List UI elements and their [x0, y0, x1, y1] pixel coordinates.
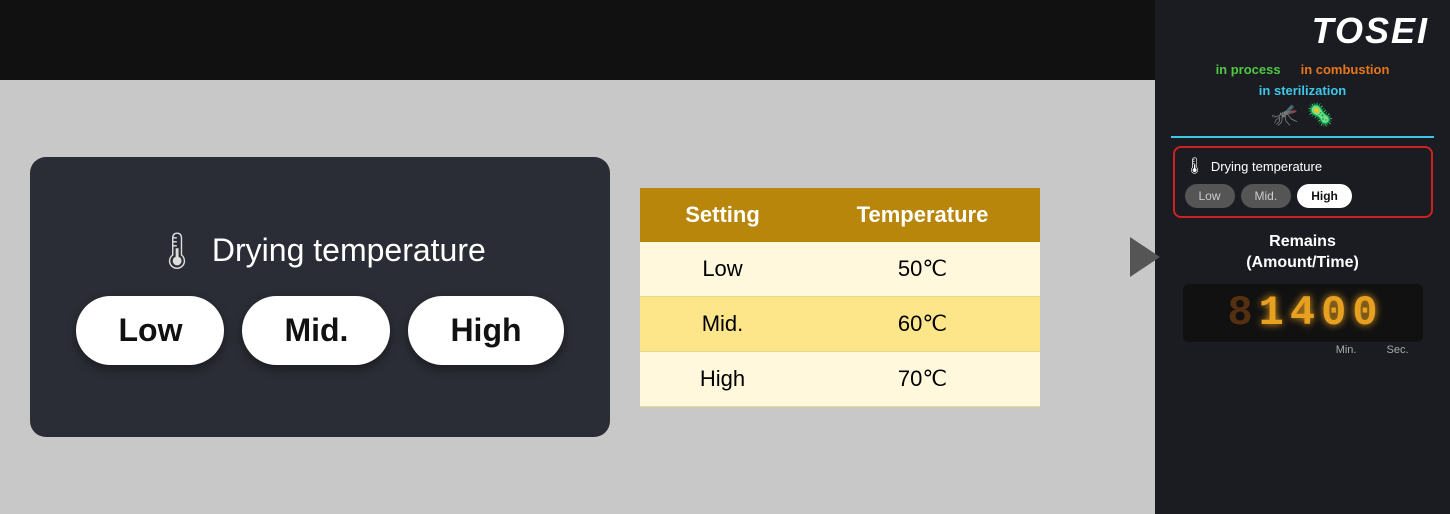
- arrow-indicator: [1130, 237, 1160, 277]
- mini-panel-title-text: Drying temperature: [1211, 159, 1322, 174]
- panel-title-text: Drying temperature: [212, 232, 486, 269]
- min-label: Min.: [1336, 344, 1357, 356]
- table-row: High 70℃: [640, 351, 1040, 406]
- divider: [1171, 136, 1434, 138]
- thermometer-icon: 🌡: [154, 230, 200, 272]
- mini-thermometer-icon: 🌡: [1185, 156, 1205, 176]
- bug-icon-1: 🦟: [1271, 102, 1298, 128]
- setting-mid: Mid.: [640, 296, 805, 351]
- sterilization-row: in sterilization 🦟 🦠: [1171, 83, 1434, 128]
- digital-display: 8 1 4 0 0: [1183, 284, 1423, 342]
- tosei-logo: TOSEI: [1312, 10, 1434, 52]
- in-combustion-label: in combustion: [1301, 62, 1390, 77]
- low-button[interactable]: Low: [76, 296, 224, 365]
- setting-high: High: [640, 351, 805, 406]
- sidebar: TOSEI in process in combustion in steril…: [1155, 0, 1450, 514]
- in-process-label: in process: [1216, 62, 1281, 77]
- table-row: Low 50℃: [640, 242, 1040, 297]
- status-row: in process in combustion: [1171, 62, 1434, 77]
- digit-4: 4: [1290, 292, 1315, 334]
- sterilization-icons: 🦟 🦠: [1271, 102, 1334, 128]
- high-button[interactable]: High: [408, 296, 563, 365]
- mini-high-button[interactable]: High: [1297, 184, 1352, 208]
- panel-title: 🌡 Drying temperature: [154, 230, 486, 272]
- buttons-row: Low Mid. High: [76, 296, 563, 365]
- in-sterilization-label: in sterilization: [1259, 83, 1346, 98]
- remains-section: Remains(Amount/Time) 8 1 4 0 0 Min. Sec.: [1171, 232, 1434, 356]
- col-setting: Setting: [640, 188, 805, 242]
- main-area: 🌡 Drying temperature Low Mid. High Setti…: [0, 80, 1155, 514]
- temp-low: 50℃: [805, 242, 1040, 297]
- mini-low-button[interactable]: Low: [1185, 184, 1235, 208]
- mini-buttons-row: Low Mid. High: [1185, 184, 1421, 208]
- temp-mid: 60℃: [805, 296, 1040, 351]
- temperature-table: Setting Temperature Low 50℃ Mid. 60℃ Hig…: [640, 188, 1040, 407]
- remains-title: Remains(Amount/Time): [1246, 232, 1359, 274]
- mini-mid-button[interactable]: Mid.: [1241, 184, 1292, 208]
- col-temperature: Temperature: [805, 188, 1040, 242]
- digit-0-1: 0: [1321, 292, 1346, 334]
- digit-1: 1: [1259, 292, 1284, 334]
- sec-label: Sec.: [1386, 344, 1408, 356]
- setting-low: Low: [640, 242, 805, 297]
- digit-8: 8: [1227, 292, 1252, 334]
- mid-button[interactable]: Mid.: [242, 296, 390, 365]
- table-row: Mid. 60℃: [640, 296, 1040, 351]
- mini-panel-title: 🌡 Drying temperature: [1185, 156, 1421, 176]
- left-panel: 🌡 Drying temperature Low Mid. High: [30, 157, 610, 437]
- bug-icon-2: 🦠: [1307, 102, 1334, 128]
- mini-drying-panel: 🌡 Drying temperature Low Mid. High: [1173, 146, 1433, 218]
- temp-high: 70℃: [805, 351, 1040, 406]
- digit-0-2: 0: [1352, 292, 1377, 334]
- time-labels: Min. Sec.: [1183, 344, 1423, 356]
